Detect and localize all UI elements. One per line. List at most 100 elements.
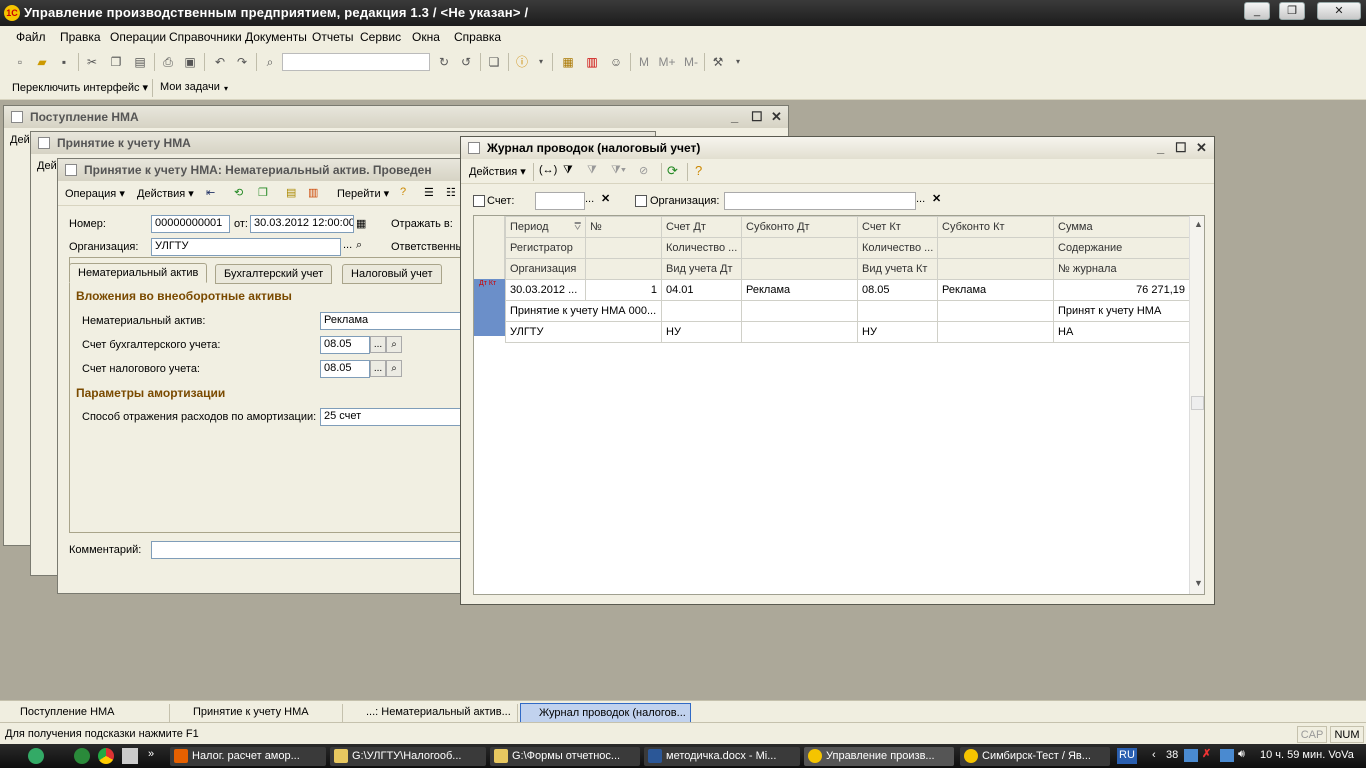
clear-icon[interactable]: ✕ — [932, 192, 941, 205]
minimize-button[interactable]: _ — [1244, 2, 1270, 20]
select-button[interactable]: ... — [370, 336, 386, 353]
filter-off-icon[interactable]: ⊘ — [639, 164, 648, 177]
search-input[interactable] — [282, 53, 430, 71]
column-header-credit-account[interactable]: Счет Кт — [857, 216, 938, 238]
quick-launch-expand-icon[interactable]: » — [148, 748, 154, 760]
tab-intangible-asset[interactable]: Нематериальный актив — [69, 263, 208, 283]
vertical-scrollbar[interactable]: ▲ ▼ — [1189, 216, 1204, 594]
select-button[interactable]: ... — [916, 193, 925, 205]
column-header-debit-quantity[interactable]: Количество ... — [661, 237, 742, 259]
close-button[interactable]: ✕ — [1317, 2, 1361, 20]
info-icon[interactable]: ⓘ — [514, 54, 530, 70]
actions-menu-button[interactable]: Действия ▾ — [469, 165, 526, 178]
structure-icon[interactable]: ▥ — [308, 186, 318, 199]
menu-service[interactable]: Сервис — [360, 30, 401, 44]
accounting-account-field[interactable]: 08.05 — [320, 336, 370, 354]
minimize-icon[interactable]: _ — [1157, 140, 1164, 155]
column-header-registrar[interactable]: Регистратор — [505, 237, 586, 259]
post-icon[interactable]: ⟲ — [234, 186, 243, 199]
chevron-down-icon[interactable]: ▾ — [730, 54, 746, 70]
memory-plus-icon[interactable]: M+ — [656, 54, 678, 70]
toolbar-actions-cut[interactable]: Дей — [10, 134, 30, 146]
organization-filter-checkbox[interactable] — [635, 195, 647, 207]
copy-doc-icon[interactable]: ❐ — [258, 186, 268, 199]
find-next-icon[interactable]: ↻ — [436, 54, 452, 70]
menu-catalogs[interactable]: Справочники — [169, 30, 242, 44]
post-close-icon[interactable]: ⇤ — [206, 186, 215, 199]
antivirus-icon[interactable]: ✗ — [1202, 747, 1211, 760]
window-tab-nma-document[interactable]: ...: Нематериальный актив... — [348, 704, 518, 722]
open-icon[interactable]: ▰ — [34, 54, 50, 70]
column-header-amount[interactable]: Сумма — [1053, 216, 1190, 238]
save-icon[interactable]: ▪ — [56, 54, 72, 70]
column-header-number[interactable]: № — [585, 216, 662, 238]
list-icon[interactable]: ☰ — [424, 186, 434, 199]
maximize-icon[interactable]: ☐ — [1175, 140, 1187, 156]
menu-operations[interactable]: Операции — [110, 30, 166, 44]
column-header-credit-type[interactable]: Вид учета Кт — [857, 258, 938, 280]
filter-icon[interactable]: ⧩ — [563, 164, 573, 177]
start-icon[interactable] — [28, 748, 44, 764]
undo-icon[interactable]: ↶ — [212, 54, 228, 70]
account-filter-checkbox[interactable] — [473, 195, 485, 207]
tax-account-field[interactable]: 08.05 — [320, 360, 370, 378]
chrome-icon[interactable] — [98, 748, 114, 764]
tools-icon[interactable]: ⚒ — [710, 54, 726, 70]
table-row[interactable]: УЛГТУ НУ НУ НА — [505, 321, 1190, 343]
taskbar-item-1c[interactable]: Управление произв... — [804, 747, 954, 766]
clear-icon[interactable]: ✕ — [601, 192, 610, 205]
interval-icon[interactable]: (↔) — [539, 164, 557, 176]
new-icon[interactable]: ▫ — [12, 54, 28, 70]
taskbar-item-browser[interactable]: Симбирск-Тест / Яв... — [960, 747, 1110, 766]
chevron-down-icon[interactable]: ▾ — [533, 54, 549, 70]
search-icon[interactable]: ⌕ — [356, 239, 362, 252]
menu-help[interactable]: Справка — [454, 30, 501, 44]
memory-minus-icon[interactable]: M- — [680, 54, 702, 70]
window-tab-nma-accept[interactable]: Принятие к учету НМА — [175, 704, 343, 722]
windows-icon[interactable]: ❏ — [486, 54, 502, 70]
menu-reports[interactable]: Отчеты — [312, 30, 353, 44]
taskbar-item-word[interactable]: методичка.docx - Mi... — [644, 747, 800, 766]
memory-icon[interactable]: M — [636, 54, 652, 70]
cut-icon[interactable]: ✂ — [84, 54, 100, 70]
table-row[interactable]: 30.03.2012 ... 1 04.01 Реклама 08.05 Рек… — [505, 279, 1190, 301]
intangible-asset-field[interactable]: Реклама — [320, 312, 466, 330]
preview-icon[interactable]: ▣ — [182, 54, 198, 70]
column-header-content[interactable]: Содержание — [1053, 237, 1190, 259]
account-filter-field[interactable] — [535, 192, 585, 210]
toolbar-actions-cut[interactable]: Дей — [37, 160, 57, 172]
date-field[interactable]: 30.03.2012 12:00:00 — [250, 215, 354, 233]
comment-field[interactable] — [151, 541, 466, 559]
chevron-down-icon[interactable]: ▾ — [224, 84, 228, 93]
scroll-down-icon[interactable]: ▼ — [1194, 578, 1203, 588]
based-on-icon[interactable]: ▤ — [286, 186, 296, 199]
my-tasks-button[interactable]: Мои задачи — [160, 81, 220, 93]
journal-table[interactable]: Дт Кт Период ⩢ № Счет Дт Субконто Дт Сче… — [473, 215, 1205, 595]
number-field[interactable]: 00000000001 — [151, 215, 230, 233]
language-indicator[interactable]: RU — [1117, 748, 1137, 764]
tab-accounting[interactable]: Бухгалтерский учет — [215, 264, 333, 284]
taskbar-item-folder-1[interactable]: G:\УЛГТУ\Налогооб... — [330, 747, 486, 766]
column-header-credit-subconto[interactable]: Субконто Кт — [937, 216, 1054, 238]
filter-value-icon[interactable]: ⧩ — [587, 164, 597, 177]
amortization-method-field[interactable]: 25 счет — [320, 408, 466, 426]
select-button[interactable]: ... — [585, 193, 594, 205]
column-header-debit-account[interactable]: Счет Дт — [661, 216, 742, 238]
calculator-icon[interactable]: ▦ — [560, 54, 576, 70]
refresh-icon[interactable]: ⟳ — [667, 163, 678, 179]
switch-interface-button[interactable]: Переключить интерфейс ▾ — [12, 81, 148, 94]
filter-history-icon[interactable]: ⧩▾ — [611, 164, 626, 177]
help-icon[interactable]: ? — [400, 186, 406, 198]
menu-edit[interactable]: Правка — [60, 30, 101, 44]
search-icon[interactable]: ⌕ — [386, 360, 402, 377]
table-row[interactable]: Принятие к учету НМА 000... Принят к уче… — [505, 300, 1190, 322]
explorer-icon[interactable] — [122, 748, 138, 764]
menu-documents[interactable]: Документы — [245, 30, 307, 44]
column-header-debit-type[interactable]: Вид учета Дт — [661, 258, 742, 280]
copy-icon[interactable]: ❐ — [108, 54, 124, 70]
tab-tax[interactable]: Налоговый учет — [342, 264, 442, 284]
scroll-thumb[interactable] — [1191, 396, 1204, 410]
scroll-up-icon[interactable]: ▲ — [1194, 219, 1203, 229]
redo-icon[interactable]: ↷ — [234, 54, 250, 70]
calendar-icon[interactable]: ▥ — [584, 54, 600, 70]
